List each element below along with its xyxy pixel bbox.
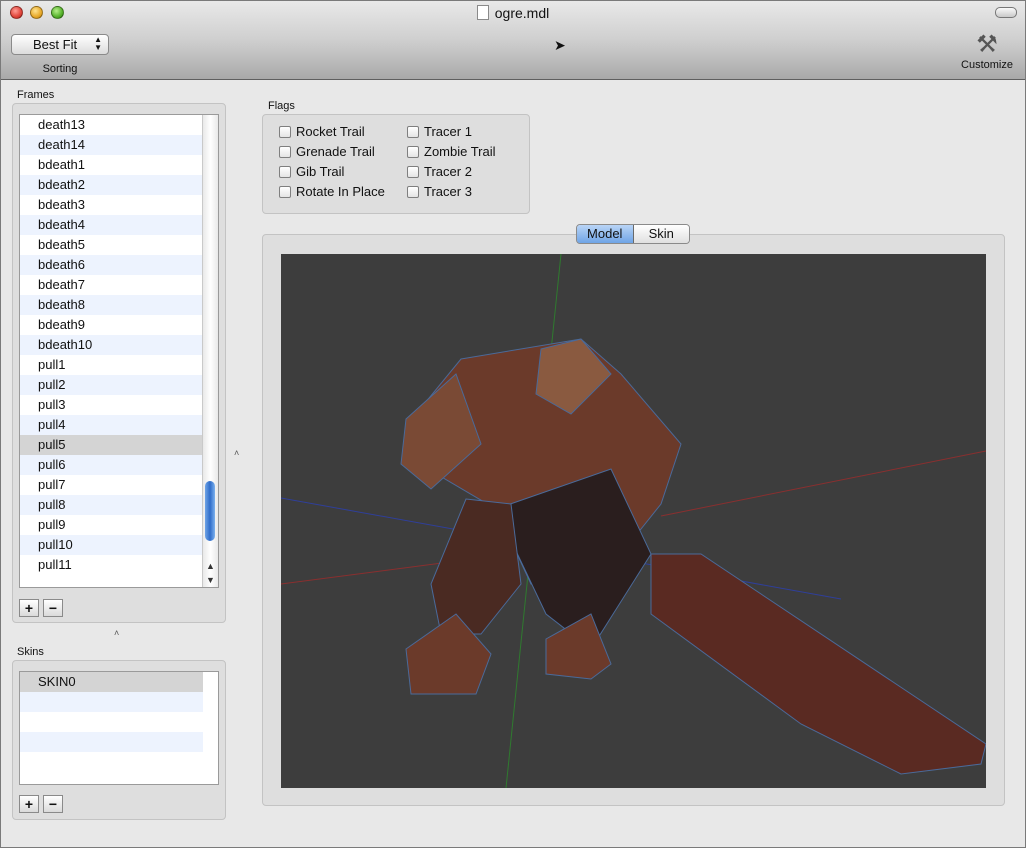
- frame-list-item[interactable]: bdeath5: [20, 235, 218, 255]
- frame-list-item[interactable]: bdeath1: [20, 155, 218, 175]
- frame-list-item[interactable]: bdeath2: [20, 175, 218, 195]
- scroll-down-icon[interactable]: ▼: [203, 575, 218, 585]
- sorting-popup[interactable]: Best Fit ▲ ▼: [11, 34, 109, 55]
- frame-list-item[interactable]: pull2: [20, 375, 218, 395]
- rocket-trail-checkbox[interactable]: Rocket Trail: [279, 124, 365, 140]
- add-frame-button[interactable]: +: [19, 599, 39, 617]
- frame-list-item[interactable]: pull6: [20, 455, 218, 475]
- tab-skin[interactable]: Skin: [633, 225, 689, 243]
- skins-box: SKIN0 + −: [12, 660, 226, 820]
- view-segmented-control[interactable]: Model Skin: [576, 224, 690, 244]
- frame-list-item[interactable]: death14: [20, 135, 218, 155]
- frame-list-item[interactable]: bdeath7: [20, 275, 218, 295]
- frame-list-item[interactable]: bdeath6: [20, 255, 218, 275]
- remove-skin-button[interactable]: −: [43, 795, 63, 813]
- frame-list-item[interactable]: bdeath3: [20, 195, 218, 215]
- frame-list-item[interactable]: pull3: [20, 395, 218, 415]
- frame-list-item[interactable]: pull8: [20, 495, 218, 515]
- empty-list-row: [20, 712, 203, 732]
- remove-frame-button[interactable]: −: [43, 599, 63, 617]
- window-title-area: ogre.mdl: [1, 5, 1025, 21]
- frames-scroll-thumb[interactable]: [205, 481, 215, 541]
- window-title: ogre.mdl: [494, 5, 550, 21]
- frame-list-item[interactable]: pull9: [20, 515, 218, 535]
- frame-list-item[interactable]: bdeath9: [20, 315, 218, 335]
- frame-list-item[interactable]: bdeath8: [20, 295, 218, 315]
- customize-label: Customize: [961, 59, 1013, 71]
- skin-list-item[interactable]: SKIN0: [20, 672, 203, 692]
- tracer-3-checkbox[interactable]: Tracer 3: [407, 184, 472, 200]
- frame-list-item[interactable]: pull10: [20, 535, 218, 555]
- frame-list-item[interactable]: pull5: [20, 435, 218, 455]
- grenade-trail-checkbox[interactable]: Grenade Trail: [279, 144, 375, 160]
- skins-label: Skins: [17, 646, 44, 658]
- frame-list-item[interactable]: bdeath4: [20, 215, 218, 235]
- add-skin-button[interactable]: +: [19, 795, 39, 813]
- customize-toolbar-item[interactable]: ⚒ Customize: [957, 31, 1017, 71]
- mouse-pointer-icon: ➤: [554, 37, 566, 53]
- hammer-wrench-icon: ⚒: [976, 31, 998, 58]
- gib-trail-checkbox[interactable]: Gib Trail: [279, 164, 344, 180]
- document-icon: [476, 5, 489, 20]
- ogre-model-render: [281, 254, 986, 788]
- sorting-popup-value: Best Fit: [33, 37, 78, 52]
- empty-list-row: [20, 692, 203, 712]
- unified-toolbar: ogre.mdl Best Fit ▲ ▼ Sorting ⚒ Customize…: [1, 1, 1025, 80]
- frames-scrollbar[interactable]: ▲ ▼: [202, 115, 218, 587]
- frames-list[interactable]: death13 death14 bdeath1 bdeath2 bdeath3 bdeat…: [19, 114, 219, 588]
- frames-label: Frames: [17, 89, 55, 101]
- main-window: ogre.mdl Best Fit ▲ ▼ Sorting ⚒ Customize…: [0, 0, 1026, 848]
- frames-rows: death13 death14 bdeath1 bdeath2 bdeath3 bdeat…: [20, 115, 218, 575]
- popup-arrows-icon: ▲ ▼: [94, 35, 102, 52]
- scroll-up-icon[interactable]: ▲: [203, 561, 218, 571]
- model-3d-viewport[interactable]: [281, 254, 986, 788]
- skins-rows: SKIN0: [20, 672, 218, 772]
- flags-box: Rocket Trail Grenade Trail Gib Trail Rot…: [262, 114, 530, 214]
- rotate-in-place-checkbox[interactable]: Rotate In Place: [279, 184, 385, 200]
- frame-list-item[interactable]: pull1: [20, 355, 218, 375]
- skins-list[interactable]: SKIN0: [19, 671, 219, 785]
- frame-list-item[interactable]: pull4: [20, 415, 218, 435]
- tab-model[interactable]: Model: [577, 225, 634, 243]
- vertical-splitter-handle[interactable]: ˄: [234, 448, 239, 458]
- frame-list-item[interactable]: pull11: [20, 555, 218, 575]
- empty-list-row: [20, 732, 203, 752]
- frames-box: death13 death14 bdeath1 bdeath2 bdeath3 bdeat…: [12, 103, 226, 623]
- toolbar-toggle-button[interactable]: [995, 7, 1017, 18]
- empty-list-row: [20, 752, 203, 772]
- frame-list-item[interactable]: death13: [20, 115, 218, 135]
- sorting-label: Sorting: [42, 63, 78, 75]
- zombie-trail-checkbox[interactable]: Zombie Trail: [407, 144, 496, 160]
- flags-label: Flags: [268, 100, 295, 112]
- horizontal-splitter-handle[interactable]: ˄: [114, 628, 119, 638]
- frame-list-item[interactable]: bdeath10: [20, 335, 218, 355]
- frame-list-item[interactable]: pull7: [20, 475, 218, 495]
- tracer-2-checkbox[interactable]: Tracer 2: [407, 164, 472, 180]
- tracer-1-checkbox[interactable]: Tracer 1: [407, 124, 472, 140]
